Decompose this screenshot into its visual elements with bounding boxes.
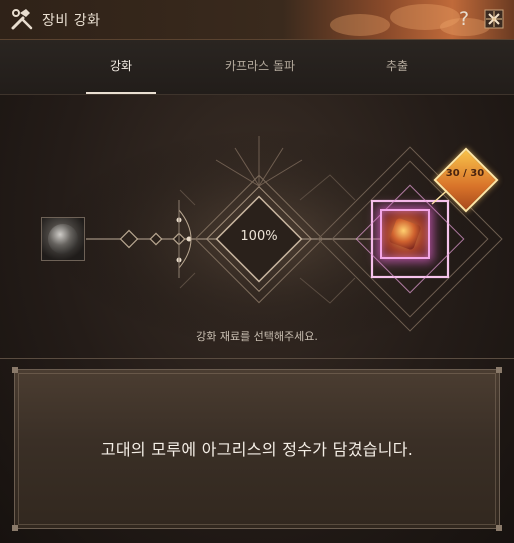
enhancement-window: 장비 강화 ? 강화 카프라스 돌파 추출 100% 30 / 30 강화 재료… — [0, 0, 514, 543]
material-slot[interactable] — [41, 217, 85, 261]
material-hint: 강화 재료를 선택해주세요. — [196, 330, 318, 343]
material-item-icon — [48, 224, 78, 254]
divider — [0, 358, 514, 359]
success-rate: 100% — [240, 229, 278, 244]
count-label: 30 / 30 — [445, 168, 485, 179]
equipment-item-icon — [388, 217, 422, 251]
target-equipment-slot[interactable] — [380, 209, 430, 259]
message-text: 고대의 모루에 아그리스의 정수가 담겼습니다. — [100, 440, 414, 459]
